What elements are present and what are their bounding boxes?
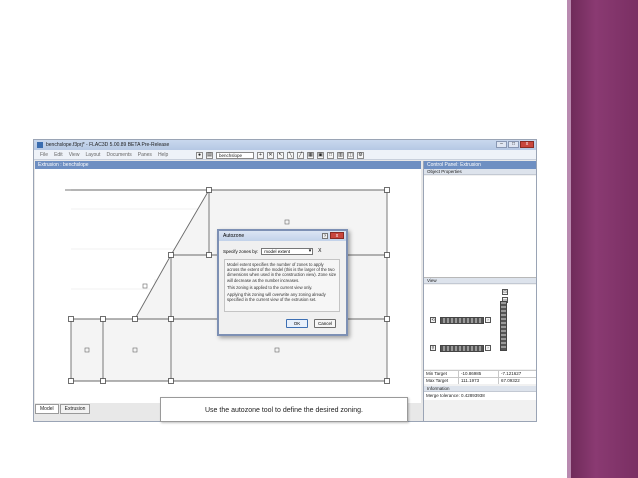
control-panel-title: Control Panel: Extrusion xyxy=(427,162,481,168)
new-icon[interactable]: + xyxy=(257,152,264,159)
min-target-row: Min Target -10.86985 -7.121627 xyxy=(424,370,536,377)
line-icon[interactable]: ╱ xyxy=(297,152,304,159)
merge-tolerance: Merge tolerance: 0.42893938 xyxy=(424,392,536,400)
autozone-dialog: Autozone ? x Specify zones by: model ext… xyxy=(217,229,348,336)
reset-view-icon[interactable]: ⊡ xyxy=(502,289,508,295)
information-label: Information xyxy=(427,386,450,391)
tutorial-caption: Use the autozone tool to define the desi… xyxy=(160,397,408,422)
dialog-close-button[interactable]: x xyxy=(330,232,344,239)
max-target-value2[interactable]: 67.09322 xyxy=(498,378,536,384)
print-icon[interactable]: ▤ xyxy=(206,152,213,159)
specify-zones-row: Specify zones by: model extent X xyxy=(223,248,323,255)
object-properties-label: Object Properties xyxy=(427,169,462,174)
pointer-icon[interactable]: ↖ xyxy=(277,152,284,159)
delete-icon[interactable]: ✕ xyxy=(267,152,274,159)
max-target-row: Max Target 111.1973 67.09322 xyxy=(424,377,536,384)
tab-extrusion[interactable]: Extrusion xyxy=(59,404,91,414)
cancel-button[interactable]: Cancel xyxy=(314,319,336,328)
rotate-right-icon[interactable]: › xyxy=(485,317,491,323)
window-titlebar: benchslope.f3prj* - FLAC3D 5.00.89 BETA … xyxy=(34,140,536,150)
window-controls: – □ x xyxy=(496,141,534,148)
bottom-tabs: Model Extrusion xyxy=(35,404,91,414)
description-paragraph-1: Model extent specifies the number of zon… xyxy=(227,262,337,283)
dialog-description: Model extent specifies the number of zon… xyxy=(224,259,340,312)
zoom-slider[interactable] xyxy=(440,345,484,352)
window-title: benchslope.f3prj* - FLAC3D 5.00.89 BETA … xyxy=(46,142,170,148)
view-icon[interactable]: ◫ xyxy=(347,152,354,159)
extrusion-pane-header: Extrusion : benchslope xyxy=(35,161,421,169)
zone-icon[interactable]: ▣ xyxy=(317,152,324,159)
zoom-right-icon[interactable]: › xyxy=(485,345,491,351)
information-header: Information xyxy=(424,386,536,392)
autozone-icon[interactable]: ▥ xyxy=(337,152,344,159)
object-properties-area xyxy=(424,176,536,278)
zoom-icon[interactable]: ⚲ xyxy=(430,345,436,351)
toolbar: ● ▤ benchslope + ✕ ↖ ╲ ╱ ▦ ▣ □ ▥ ◫ ⚙ xyxy=(196,151,364,160)
ok-button[interactable]: OK xyxy=(286,319,308,328)
view-header: View xyxy=(424,278,536,284)
rotate-icon[interactable]: ⟲ xyxy=(430,317,436,323)
minimize-button[interactable]: – xyxy=(496,141,507,148)
description-paragraph-2: This zoning is applied to the current vi… xyxy=(227,284,313,290)
grid-icon[interactable]: ▦ xyxy=(307,152,314,159)
help-button[interactable]: ? xyxy=(322,233,328,239)
min-target-value[interactable]: -10.86985 xyxy=(458,371,498,377)
x-symbol: X xyxy=(318,248,322,254)
target-table: Min Target -10.86985 -7.121627 Max Targe… xyxy=(424,370,536,384)
rotate-slider[interactable] xyxy=(440,317,484,324)
menu-panes[interactable]: Panes xyxy=(138,152,152,158)
menu-help[interactable]: Help xyxy=(158,152,168,158)
maximize-button[interactable]: □ xyxy=(508,141,519,148)
close-button[interactable]: x xyxy=(520,141,534,148)
slide-side-band xyxy=(567,0,638,478)
dialog-titlebar: Autozone ? x xyxy=(219,231,346,241)
view-controls: ⊡ ▭ ⟲ › ⚲ › xyxy=(424,285,536,369)
max-target-value[interactable]: 111.1973 xyxy=(458,378,498,384)
max-target-label: Max Target xyxy=(426,378,449,383)
menu-view[interactable]: View xyxy=(69,152,80,158)
min-target-value2[interactable]: -7.121627 xyxy=(498,371,536,377)
vertical-slider[interactable] xyxy=(500,301,507,351)
information-block: Information Merge tolerance: 0.42893938 xyxy=(424,386,536,400)
tab-model[interactable]: Model xyxy=(35,404,59,414)
control-panel-header: Control Panel: Extrusion xyxy=(424,161,536,169)
menu-documents[interactable]: Documents xyxy=(106,152,131,158)
specify-zones-select[interactable]: model extent xyxy=(261,248,314,255)
block-icon[interactable]: □ xyxy=(327,152,334,159)
control-panel: Control Panel: Extrusion Object Properti… xyxy=(423,161,536,421)
dialog-title: Autozone xyxy=(223,233,245,239)
record-icon[interactable]: ● xyxy=(196,152,203,159)
settings-icon[interactable]: ⚙ xyxy=(357,152,364,159)
menu-edit[interactable]: Edit xyxy=(54,152,63,158)
view-label: View xyxy=(427,278,437,283)
description-paragraph-3: Applying this zoning will overwrite any … xyxy=(227,292,326,303)
model-select[interactable]: benchslope xyxy=(216,152,254,159)
menu-layout[interactable]: Layout xyxy=(85,152,100,158)
object-properties-header: Object Properties xyxy=(424,169,536,175)
menu-file[interactable]: File xyxy=(40,152,48,158)
specify-zones-label: Specify zones by: xyxy=(223,249,259,254)
min-target-label: Min Target xyxy=(426,371,447,376)
app-icon xyxy=(37,142,43,148)
edge-icon[interactable]: ╲ xyxy=(287,152,294,159)
